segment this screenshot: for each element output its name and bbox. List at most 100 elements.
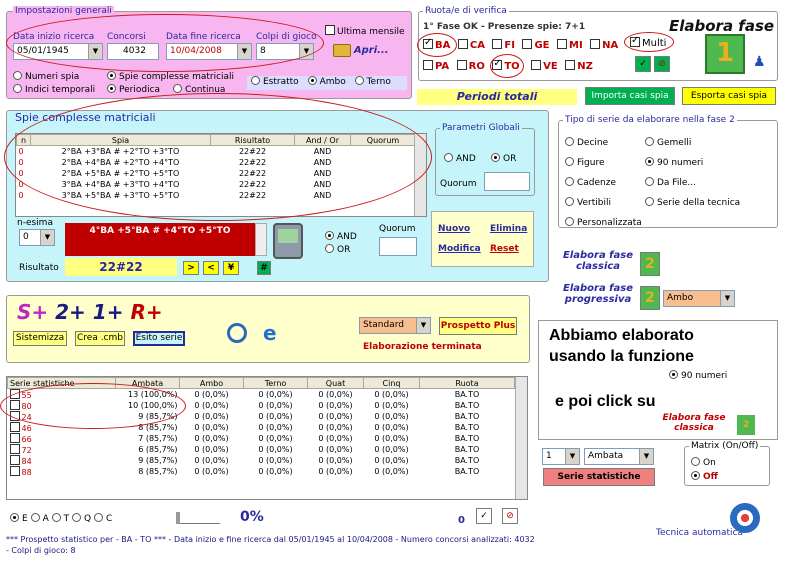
- nuovo-link[interactable]: Nuovo: [438, 224, 470, 234]
- radio-gemelli[interactable]: Gemelli: [645, 137, 691, 148]
- ruota-ca[interactable]: CA: [457, 39, 485, 51]
- spia-quorum-field[interactable]: [379, 237, 417, 256]
- elimina-link[interactable]: Elimina: [490, 224, 527, 234]
- col-terno[interactable]: Terno: [243, 377, 308, 389]
- table-row[interactable]: 72 6 (85,7%) 0 (0,0%) 0 (0,0%) 0 (0,0%) 0 (0,…: [8, 444, 515, 455]
- bottom-cancel-button[interactable]: ⊘: [502, 508, 518, 524]
- crea-cmb-button[interactable]: Crea .cmb: [75, 331, 125, 346]
- table-row[interactable]: 84 9 (85,7%) 0 (0,0%) 0 (0,0%) 0 (0,0%) 0 (0,…: [8, 455, 515, 466]
- progress-slider[interactable]: [176, 512, 220, 524]
- ruota-na[interactable]: NA: [590, 39, 618, 51]
- radio-numeri-spia[interactable]: Numeri spia: [13, 71, 79, 82]
- ruota-pa[interactable]: PA: [423, 60, 449, 72]
- n-esima-select[interactable]: 0 ▼: [19, 229, 55, 246]
- annotation-ellipse-spie: [4, 93, 432, 221]
- radio-spie-complesse[interactable]: Spie complesse matriciali: [107, 71, 234, 82]
- prev-button[interactable]: <: [203, 261, 219, 275]
- col-ruota[interactable]: Ruota: [419, 377, 515, 389]
- elabora-fase-2-classica-button[interactable]: 2: [640, 252, 660, 276]
- ie-icon[interactable]: e: [263, 323, 285, 345]
- radio-q[interactable]: Q: [71, 513, 91, 524]
- param-radio-or[interactable]: OR: [491, 153, 516, 164]
- radio-cadenze[interactable]: Cadenze: [565, 177, 616, 188]
- serie-statistiche-button[interactable]: Serie statistiche: [543, 468, 655, 486]
- note-fase-label: Elabora fase classica: [662, 413, 726, 433]
- table-row[interactable]: 66 7 (85,7%) 0 (0,0%) 0 (0,0%) 0 (0,0%) 0 (0,…: [8, 433, 515, 444]
- ultima-mensile-checkbox[interactable]: Ultima mensile: [325, 25, 405, 37]
- next-button[interactable]: >: [183, 261, 199, 275]
- note-line1: Abbiamo elaborato: [549, 327, 694, 344]
- stats-num-select[interactable]: 1 ▼: [542, 448, 580, 465]
- radio-c[interactable]: C: [93, 513, 112, 524]
- modifica-link[interactable]: Modifica: [438, 244, 481, 254]
- ruote-panel: Ruota/e di verifica 1° Fase OK - Presenz…: [418, 6, 778, 81]
- radio-t[interactable]: T: [51, 513, 69, 524]
- param-radio-and[interactable]: AND: [444, 153, 476, 164]
- hash-button[interactable]: #: [257, 261, 271, 275]
- ruote-status: 1° Fase OK - Presenze spie: 7+1: [423, 22, 586, 32]
- ruota-ve[interactable]: VE: [531, 60, 558, 72]
- ruota-ge[interactable]: GE: [522, 39, 550, 51]
- radio-90-numeri[interactable]: 90 numeri: [645, 157, 703, 168]
- elabora-fase-2-progressiva-button[interactable]: 2: [640, 286, 660, 310]
- radio-ambo[interactable]: Ambo: [307, 76, 346, 87]
- risultato-value: 22#22: [65, 258, 177, 276]
- ambo-select[interactable]: Ambo ▼: [663, 290, 735, 307]
- esporta-casi-spia-button[interactable]: Esporta casi spia: [682, 87, 776, 105]
- prospetto-plus-button[interactable]: Prospetto Plus: [439, 317, 517, 335]
- reset-link[interactable]: Reset: [490, 244, 519, 254]
- ruota-mi[interactable]: MI: [557, 39, 583, 51]
- spia-radio-and[interactable]: AND: [325, 231, 357, 242]
- radio-decine[interactable]: Decine: [565, 137, 608, 148]
- ruota-fi[interactable]: FI: [492, 39, 515, 51]
- radio-figure[interactable]: Figure: [565, 157, 604, 168]
- edit-buttons-panel: Nuovo Elimina Modifica Reset: [431, 211, 534, 267]
- note-box: Abbiamo elaborato usando la funzione 90 …: [538, 320, 778, 440]
- parametri-globali: Parametri Globali AND OR Quorum: [435, 123, 535, 196]
- spia-scroll[interactable]: [255, 223, 267, 256]
- col-cinq[interactable]: Cinq: [363, 377, 420, 389]
- apri-button[interactable]: Apri...: [333, 44, 397, 68]
- importa-casi-spia-button[interactable]: Importa casi spia: [585, 87, 675, 105]
- col-quat[interactable]: Quat: [307, 377, 364, 389]
- spia-radio-or[interactable]: OR: [325, 244, 350, 255]
- esito-serie-button[interactable]: Esito serie: [133, 331, 185, 346]
- radio-terno[interactable]: Terno: [354, 76, 391, 87]
- param-quorum-field[interactable]: [484, 172, 530, 191]
- serie-scrollbar[interactable]: [515, 377, 527, 499]
- standard-select[interactable]: Standard ▼: [359, 317, 431, 334]
- sistemizza-button[interactable]: Sistemizza: [13, 331, 67, 346]
- radio-a[interactable]: A: [30, 513, 49, 524]
- annotation-ellipse-dates: [6, 14, 324, 72]
- ultima-mensile-box[interactable]: [325, 25, 335, 35]
- matrix-radio-off[interactable]: Off: [691, 471, 718, 482]
- elabora-fase-1-button[interactable]: 1: [705, 34, 745, 74]
- radio-e[interactable]: E: [10, 513, 28, 524]
- ruota-nz[interactable]: NZ: [565, 60, 593, 72]
- ruota-ro[interactable]: RO: [456, 60, 485, 72]
- radio-periodica[interactable]: Periodica: [107, 84, 160, 95]
- cancel-ruote-button[interactable]: ⊘: [654, 56, 670, 72]
- radio-personalizzata[interactable]: Personalizzata: [565, 217, 642, 228]
- estratto-ambo-terno: Estratto Ambo Terno: [247, 76, 407, 90]
- target-icon[interactable]: [730, 503, 760, 533]
- col-ambo[interactable]: Ambo: [179, 377, 244, 389]
- matrix-legend: Matrix (On/Off): [689, 441, 761, 451]
- radio-vertibili[interactable]: Vertibili: [565, 197, 611, 208]
- elabora-progressiva-label: Elabora fase progressiva: [562, 283, 634, 305]
- note-fase-2-icon: 2: [737, 415, 755, 435]
- matrix-radio-on[interactable]: On: [691, 457, 716, 468]
- radio-indici-temporali[interactable]: Indici temporali: [13, 84, 95, 95]
- annotation-ellipse-ba: [417, 33, 457, 57]
- bottom-confirm-button[interactable]: ✓: [476, 508, 492, 524]
- radio-serie-tecnica[interactable]: Serie della tecnica: [645, 197, 740, 208]
- yen-button[interactable]: ¥: [223, 261, 239, 275]
- radio-estratto[interactable]: Estratto: [251, 76, 299, 87]
- note-line3: e poi click su: [555, 393, 656, 410]
- magnifier-icon[interactable]: [227, 323, 247, 343]
- stats-tipo-select[interactable]: Ambata ▼: [584, 448, 654, 465]
- table-row[interactable]: 88 8 (85,7%) 0 (0,0%) 0 (0,0%) 0 (0,0%) 0 (0,…: [8, 466, 515, 477]
- spia-corrente[interactable]: 4°BA +5°BA # +4°TO +5°TO: [65, 223, 255, 256]
- radio-da-file[interactable]: Da File...: [645, 177, 696, 188]
- confirm-ruote-button[interactable]: ✓: [635, 56, 651, 72]
